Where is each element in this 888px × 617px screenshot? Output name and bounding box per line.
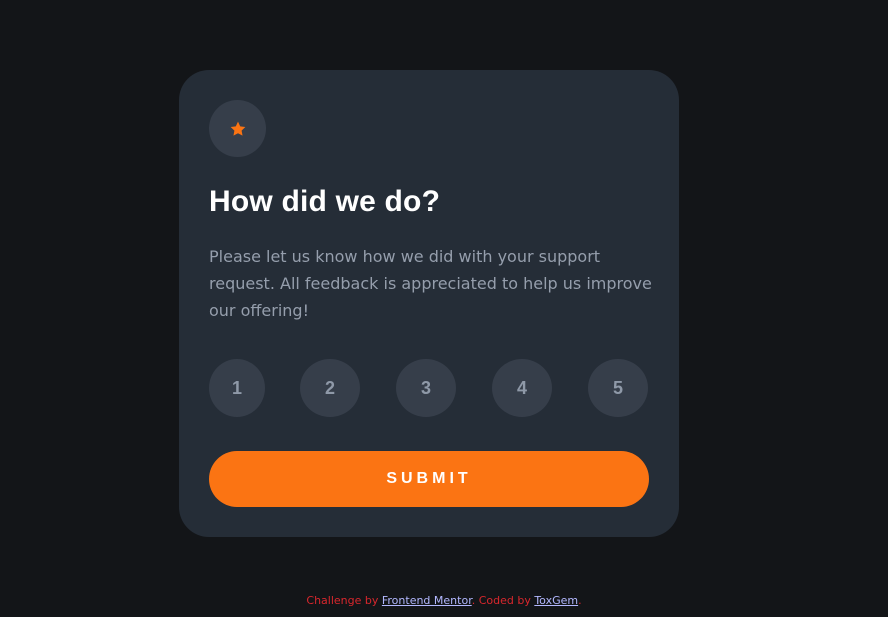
attribution-prefix: Challenge by bbox=[306, 594, 382, 607]
frontend-mentor-link[interactable]: Frontend Mentor bbox=[382, 594, 472, 607]
star-icon bbox=[230, 121, 245, 136]
rating-card: How did we do? Please let us know how we… bbox=[179, 70, 679, 537]
rating-button-5[interactable]: 5 bbox=[588, 359, 648, 417]
star-badge bbox=[209, 100, 266, 157]
attribution-middle: . Coded by bbox=[471, 594, 535, 607]
submit-button[interactable]: SUBMIT bbox=[209, 451, 649, 507]
card-title: How did we do? bbox=[209, 185, 441, 218]
rating-button-1[interactable]: 1 bbox=[209, 359, 265, 417]
attribution: Challenge by Frontend Mentor. Coded by T… bbox=[0, 593, 888, 609]
rating-button-2[interactable]: 2 bbox=[300, 359, 360, 417]
toxgem-link[interactable]: ToxGem bbox=[534, 594, 578, 607]
rating-options: 1 2 3 4 5 bbox=[209, 359, 649, 417]
rating-button-3[interactable]: 3 bbox=[396, 359, 456, 417]
attribution-suffix: . bbox=[578, 594, 582, 607]
rating-button-4[interactable]: 4 bbox=[492, 359, 552, 417]
card-description: Please let us know how we did with your … bbox=[209, 247, 652, 320]
